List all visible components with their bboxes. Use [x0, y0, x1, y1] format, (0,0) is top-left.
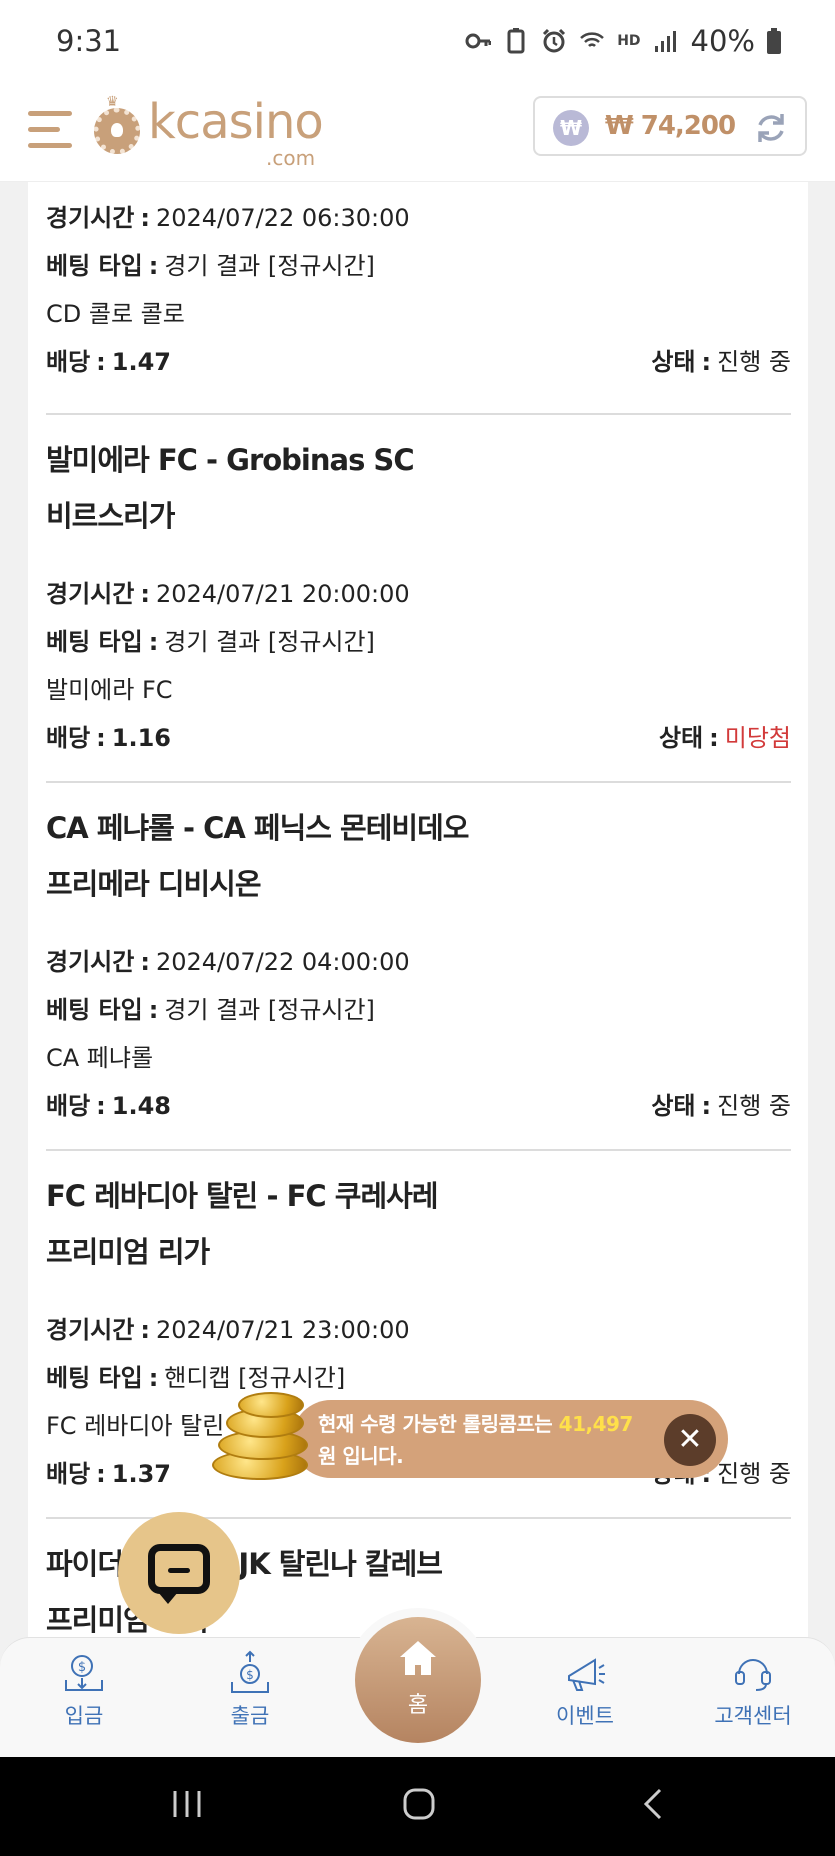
odds-value: 1.48: [111, 1092, 171, 1120]
odds-value: 1.16: [111, 724, 171, 752]
divider: [46, 413, 791, 415]
clock: 9:31: [56, 24, 122, 58]
match-time-row: 경기시간:2024/07/21 23:00:00: [46, 1316, 410, 1344]
status: 상태:진행 중: [651, 1092, 791, 1120]
deposit-icon: $: [65, 1655, 103, 1691]
nav-support[interactable]: 고객센터: [693, 1650, 813, 1730]
status-value: 진행 중: [717, 1092, 791, 1120]
bet-pick: CD 콜로 콜로: [46, 300, 185, 328]
match-time: 2024/07/21 23:00:00: [155, 1316, 410, 1344]
odds-row: 배당:1.47 상태: 진행 중: [46, 338, 791, 386]
battery-percent: 40%: [690, 24, 755, 58]
match-time-row: 경기시간:2024/07/21 20:00:00: [46, 580, 410, 608]
bet-type: 경기 결과 [정규시간]: [164, 996, 375, 1024]
match-time-row: 경기시간:2024/07/22 04:00:00: [46, 948, 410, 976]
bet-type-row: 베팅 타입: 핸디캡 [정규시간]: [46, 1364, 346, 1392]
match-title: CA 페냐롤 - CA 페닉스 몬테비데오: [46, 811, 469, 845]
bet-item: 경기시간:2024/07/22 06:30:00 베팅 타입: 경기 결과 [정규…: [46, 194, 791, 386]
status-value: 미당첨: [724, 724, 791, 752]
app-header: ♛ kcasino .com ₩ ₩ 74,200: [0, 86, 835, 182]
nav-support-label: 고객센터: [714, 1704, 792, 1728]
casino-chip-icon: [94, 108, 140, 154]
logo-domain: .com: [266, 146, 316, 170]
nav-deposit-label: 입금: [64, 1704, 104, 1728]
nav-withdraw[interactable]: $ 출금: [190, 1650, 310, 1730]
odds-value: 1.47: [111, 348, 171, 376]
nav-event-label: 이벤트: [556, 1704, 614, 1728]
match-time-row: 경기시간:2024/07/22 06:30:00: [46, 204, 410, 232]
home-icon: [400, 1641, 436, 1675]
refresh-icon[interactable]: [753, 110, 789, 146]
signal-icon: [654, 31, 676, 52]
match-title: FC 레바디아 탈린 - FC 쿠레사레: [46, 1179, 439, 1213]
recent-apps-icon[interactable]: [170, 1787, 204, 1821]
bet-type: 경기 결과 [정규시간]: [164, 628, 375, 656]
nav-home-label: 홈: [407, 1693, 429, 1718]
status-icons: HD 40%: [465, 24, 781, 58]
match-time: 2024/07/22 06:30:00: [155, 204, 410, 232]
bet-type-row: 베팅 타입: 경기 결과 [정규시간]: [46, 252, 375, 280]
vpn-key-icon: [465, 33, 492, 49]
odds-value: 1.37: [111, 1460, 171, 1488]
comp-message: 현재 수령 가능한 롤링콤프는 41,497 원 입니다.: [318, 1412, 634, 1468]
withdraw-icon: $: [231, 1650, 269, 1693]
status: 상태:진행 중: [651, 348, 791, 376]
bet-type: 핸디캡 [정규시간]: [164, 1364, 346, 1392]
divider: [46, 1149, 791, 1151]
network-type: HD: [617, 33, 641, 49]
bet-item: CA 페냐롤 - CA 페닉스 몬테비데오 프리메라 디비시온 경기시간:202…: [46, 800, 791, 1130]
odds-row: 배당:1.16 상태: 미당첨: [46, 714, 791, 762]
logo-text: kcasino: [148, 94, 324, 150]
home-circle-icon[interactable]: [402, 1787, 436, 1821]
league-name: 프리메라 디비시온: [46, 867, 262, 901]
nav-event[interactable]: 이벤트: [525, 1650, 645, 1730]
bet-pick: 발미에라 FC: [46, 676, 173, 704]
status-value: 진행 중: [717, 1460, 791, 1488]
bet-type-row: 베팅 타입: 경기 결과 [정규시간]: [46, 996, 375, 1024]
kcasino-logo[interactable]: ♛ kcasino .com: [92, 94, 332, 172]
odds-row: 배당:1.48 상태: 진행 중: [46, 1082, 791, 1130]
match-title: 발미에라 FC - Grobinas SC: [46, 443, 415, 477]
svg-text:$: $: [246, 1668, 254, 1682]
status: 상태: 미당첨: [658, 724, 791, 752]
battery-icon: [767, 28, 781, 54]
svg-text:$: $: [78, 1660, 86, 1675]
league-name: 비르스리가: [46, 499, 175, 533]
nav-deposit[interactable]: $ 입금: [24, 1650, 144, 1730]
wifi-icon: [580, 32, 605, 47]
status-bar: 9:31 HD 40%: [0, 0, 835, 86]
league-name: 프리미엄 리가: [46, 1235, 210, 1269]
gold-coins-icon: [208, 1392, 314, 1484]
back-icon[interactable]: [636, 1787, 670, 1821]
bet-type: 경기 결과 [정규시간]: [164, 252, 375, 280]
rolling-comp-banner[interactable]: 현재 수령 가능한 롤링콤프는 41,497 원 입니다. ✕: [292, 1400, 728, 1478]
nav-withdraw-label: 출금: [230, 1704, 270, 1728]
bet-pick: CA 페냐롤: [46, 1044, 154, 1072]
close-icon[interactable]: ✕: [664, 1414, 716, 1466]
divider: [46, 781, 791, 783]
android-nav-bar: [0, 1757, 835, 1856]
balance-amount: ₩ 74,200: [605, 111, 736, 141]
battery-saver-icon: [507, 28, 525, 54]
nav-home[interactable]: 홈: [355, 1617, 481, 1743]
chat-button[interactable]: [118, 1512, 240, 1634]
won-icon: ₩: [553, 110, 589, 146]
balance-box: ₩ ₩ 74,200: [533, 96, 807, 156]
match-time: 2024/07/21 20:00:00: [155, 580, 410, 608]
status-value: 진행 중: [717, 348, 791, 376]
comp-amount: 41,497: [558, 1412, 634, 1436]
alarm-icon: [543, 28, 566, 53]
headset-icon: [735, 1659, 771, 1691]
hamburger-menu-icon[interactable]: [28, 102, 74, 156]
megaphone-icon: [568, 1658, 605, 1691]
match-time: 2024/07/22 04:00:00: [155, 948, 410, 976]
bet-item: 발미에라 FC - Grobinas SC 비르스리가 경기시간:2024/07…: [46, 432, 791, 762]
bet-type-row: 베팅 타입: 경기 결과 [정규시간]: [46, 628, 375, 656]
